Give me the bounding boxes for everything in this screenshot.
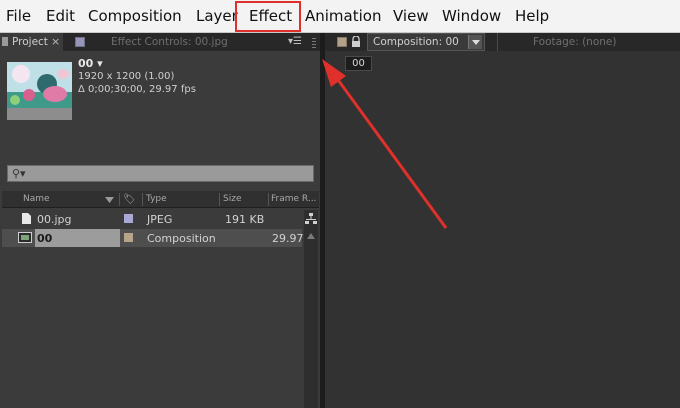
app-window: File Edit Composition Layer Effect Anima…	[0, 0, 680, 408]
arrow-head	[322, 59, 346, 87]
annotation-arrow	[322, 59, 448, 229]
